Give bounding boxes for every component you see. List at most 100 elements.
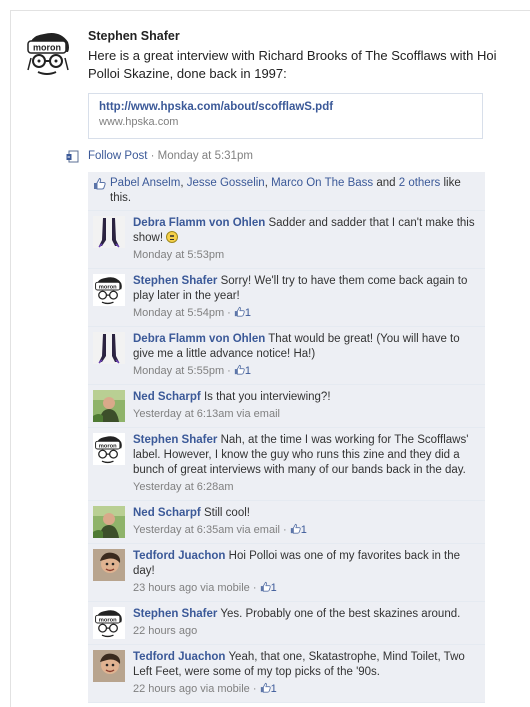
commenter-avatar[interactable] xyxy=(93,650,125,682)
svg-text:moron: moron xyxy=(99,617,117,623)
comment-meta: 22 hours ago xyxy=(133,624,477,639)
meta-separator: · xyxy=(147,150,158,162)
follow-post-link[interactable]: Follow Post xyxy=(88,150,147,162)
comment-body: Stephen Shafer Yes. Probably one of the … xyxy=(133,607,477,622)
commenter-avatar[interactable] xyxy=(93,390,125,422)
comment-timestamp[interactable]: Yesterday at 6:28am xyxy=(133,481,234,493)
comment-item: Tedford Juachon Hoi Polloi was one of my… xyxy=(88,544,485,602)
comment-timestamp[interactable]: 23 hours ago via mobile xyxy=(133,582,250,594)
comment-like-number: 1 xyxy=(270,683,277,695)
comment-list: Debra Flamm von Ohlen Sadder and sadder … xyxy=(88,211,485,703)
post-timestamp[interactable]: Monday at 5:31pm xyxy=(158,150,253,162)
post-text: Here is a great interview with Richard B… xyxy=(88,48,497,81)
likes-others-link[interactable]: 2 others xyxy=(399,177,441,189)
svg-text:moron: moron xyxy=(99,443,117,449)
comment-like-count[interactable]: 1 xyxy=(260,581,277,594)
commenter-name[interactable]: Ned Scharpf xyxy=(133,507,201,519)
link-url[interactable]: http://www.hpska.com/about/scofflawS.pdf xyxy=(99,100,472,115)
thumbs-up-icon xyxy=(260,581,271,592)
comment-item: Tedford Juachon Yeah, that one, Skatastr… xyxy=(88,645,485,703)
comment-item: Debra Flamm von Ohlen Sadder and sadder … xyxy=(88,211,485,269)
commenter-avatar[interactable] xyxy=(93,216,125,248)
comment-like-count[interactable]: 1 xyxy=(260,682,277,695)
comment-body: Stephen Shafer Nah, at the time I was wo… xyxy=(133,433,477,478)
thumbs-up-icon xyxy=(260,682,271,693)
likes-and: and xyxy=(373,177,399,189)
thumbs-up-icon xyxy=(290,523,301,534)
commenter-name[interactable]: Stephen Shafer xyxy=(133,608,217,620)
liker-name[interactable]: Pabel Anselm xyxy=(110,177,180,189)
comment-item: moron Stephen Shafer Sorry! We'll try to … xyxy=(88,269,485,327)
commenter-avatar[interactable]: moron xyxy=(93,433,125,465)
svg-text:moron: moron xyxy=(33,43,61,53)
comment-timestamp[interactable]: Yesterday at 6:13am via email xyxy=(133,408,280,420)
commenter-name[interactable]: Stephen Shafer xyxy=(133,275,217,287)
comment-item: moron Stephen Shafer Nah, at the time I w… xyxy=(88,428,485,501)
frame-left-border xyxy=(10,10,11,707)
thumbs-up-icon xyxy=(94,177,106,190)
comment-item: Ned Scharpf Still cool! Yesterday at 6:35… xyxy=(88,501,485,544)
comment-like-count[interactable]: 1 xyxy=(234,364,252,377)
comment-meta: Yesterday at 6:28am xyxy=(133,480,477,495)
comment-body: Ned Scharpf Is that you interviewing?! xyxy=(133,390,477,405)
thumbs-up-icon xyxy=(234,364,245,375)
comment-body: Debra Flamm von Ohlen Sadder and sadder … xyxy=(133,216,477,246)
thumbs-up-icon xyxy=(234,306,245,317)
comment-timestamp[interactable]: Monday at 5:54pm xyxy=(133,307,224,319)
comment-body: Ned Scharpf Still cool! xyxy=(133,506,477,521)
comment-body: Debra Flamm von Ohlen That would be grea… xyxy=(133,332,477,362)
comment-meta: 22 hours ago via mobile · 1 xyxy=(133,682,277,695)
comment-timestamp[interactable]: 22 hours ago via mobile xyxy=(133,683,250,695)
comment-item: Ned Scharpf Is that you interviewing?! Ye… xyxy=(88,385,485,428)
svg-text:moron: moron xyxy=(99,284,117,290)
commenter-name[interactable]: Ned Scharpf xyxy=(133,391,201,403)
frame-top-border xyxy=(10,10,530,11)
follow-post-icon xyxy=(66,150,79,163)
commenter-name[interactable]: Tedford Juachon xyxy=(133,651,225,663)
comment-item: moron Stephen Shafer Yes. Probably one of… xyxy=(88,602,485,645)
comment-text: Yes. Probably one of the best skazines a… xyxy=(220,608,461,620)
post-body: Stephen Shafer Here is a great interview… xyxy=(66,28,508,165)
comment-like-number: 1 xyxy=(244,307,252,319)
comment-like-count[interactable]: 1 xyxy=(290,523,307,536)
commenter-avatar[interactable]: moron xyxy=(93,607,125,639)
post-meta-row: Follow Post · Monday at 5:31pm xyxy=(64,147,508,165)
commenter-avatar[interactable]: moron xyxy=(93,274,125,306)
commenter-name[interactable]: Debra Flamm von Ohlen xyxy=(133,333,265,345)
comment-body: Stephen Shafer Sorry! We'll try to have … xyxy=(133,274,477,304)
comment-like-number: 1 xyxy=(270,582,277,594)
comment-body: Tedford Juachon Yeah, that one, Skatastr… xyxy=(133,650,477,680)
comment-meta: Monday at 5:53pm xyxy=(133,248,477,263)
link-domain: www.hpska.com xyxy=(99,116,179,128)
commenter-avatar[interactable] xyxy=(93,332,125,364)
commenter-name[interactable]: Stephen Shafer xyxy=(133,434,217,446)
comment-timestamp[interactable]: 22 hours ago xyxy=(133,625,197,637)
liker-name[interactable]: Marco On The Bass xyxy=(271,177,373,189)
commenter-name[interactable]: Tedford Juachon xyxy=(133,550,225,562)
comment-text: Is that you interviewing?! xyxy=(203,391,331,403)
commenter-name[interactable]: Debra Flamm von Ohlen xyxy=(133,217,265,229)
comment-meta: Monday at 5:54pm · 1 xyxy=(133,306,252,319)
comment-text: Still cool! xyxy=(203,507,250,519)
comment-like-number: 1 xyxy=(244,365,252,377)
author-avatar[interactable]: moron xyxy=(24,28,74,78)
commenter-avatar[interactable] xyxy=(93,506,125,538)
feedback-section: Pabel Anselm, Jesse Gosselin, Marco On T… xyxy=(88,172,485,703)
comment-like-number: 1 xyxy=(300,524,307,536)
comment-meta: Yesterday at 6:35am via email · 1 xyxy=(133,523,307,536)
liker-name[interactable]: Jesse Gosselin xyxy=(187,177,265,189)
comment-meta: Yesterday at 6:13am via email xyxy=(133,407,477,422)
comment-item: Debra Flamm von Ohlen That would be grea… xyxy=(88,327,485,385)
likes-summary: Pabel Anselm, Jesse Gosselin, Marco On T… xyxy=(88,172,485,211)
comment-timestamp[interactable]: Yesterday at 6:35am via email xyxy=(133,524,280,536)
commenter-avatar[interactable] xyxy=(93,549,125,581)
comment-timestamp[interactable]: Monday at 5:55pm xyxy=(133,365,224,377)
smiley-emoticon-icon xyxy=(166,231,179,243)
comment-timestamp[interactable]: Monday at 5:53pm xyxy=(133,249,224,261)
link-attachment[interactable]: http://www.hpska.com/about/scofflawS.pdf… xyxy=(88,93,483,139)
comment-meta: Monday at 5:55pm · 1 xyxy=(133,364,252,377)
post-author-name[interactable]: Stephen Shafer xyxy=(88,28,508,45)
moron-avatar-icon: moron xyxy=(24,28,74,78)
comment-body: Tedford Juachon Hoi Polloi was one of my… xyxy=(133,549,477,579)
comment-like-count[interactable]: 1 xyxy=(234,306,252,319)
